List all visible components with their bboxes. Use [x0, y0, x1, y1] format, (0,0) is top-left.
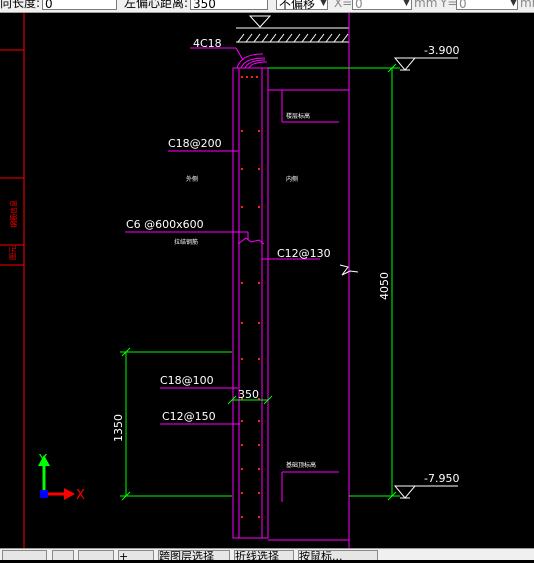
chevron-down-icon[interactable]: ▼: [320, 0, 327, 9]
axis-y-label: Y: [38, 453, 47, 468]
note-foundation-top: 基础顶标高: [286, 461, 316, 469]
selection-toolbar: + 跨图层选择 折线选择 按鼠标...: [0, 548, 534, 560]
panel-tab2-label[interactable]: 图元: [9, 246, 17, 260]
label-tie-rebar: C6 @600x600: [126, 218, 204, 231]
left-property-panel[interactable]: 钢筋信息 图元: [0, 12, 25, 548]
chevron-down-icon[interactable]: ▼: [403, 0, 410, 9]
x-label: X=: [334, 0, 353, 10]
cad-drawing-canvas[interactable]: 钢筋信息 图元 4C18 -3.900 C18@200 C6 @600x600 …: [0, 0, 534, 559]
unit-mm2-label: mm: [520, 0, 534, 10]
axis-x-label: X: [76, 488, 85, 503]
dimension-width-text: 350: [238, 388, 259, 401]
label-vertical-rebar: C18@200: [168, 137, 222, 150]
offset-input[interactable]: 350: [190, 0, 268, 11]
note-outer-side: 外侧: [186, 175, 198, 183]
dimension-lower-text: 1350: [112, 414, 125, 442]
label-top-rebar: 4C18: [193, 37, 222, 50]
note-tie-bars: 拉结钢筋: [174, 238, 198, 246]
ucs-axis-icon: Y X: [38, 453, 85, 503]
label-lower-vertical-rebar: C18@100: [160, 374, 214, 387]
y-input[interactable]: 0: [456, 0, 518, 11]
length-input[interactable]: 0: [42, 0, 117, 11]
note-inner-side: 内侧: [286, 175, 298, 183]
elevation-top-text: -3.900: [424, 44, 459, 57]
elevation-bottom-text: -7.950: [424, 472, 459, 485]
y-label: Y=: [440, 0, 458, 10]
elevation-markers: [393, 57, 458, 499]
property-toolbar: 向长度: 0 左偏心距离: 350 不偏移 ▼ X= 0 ▼ mm Y= 0 ▼…: [0, 0, 534, 13]
ground-hatch: [236, 15, 349, 43]
unit-mm-label: mm: [414, 0, 438, 10]
offset-label: 左偏心距离:: [124, 0, 189, 10]
label-horizontal-rebar: C12@130: [277, 247, 331, 260]
length-label: 向长度:: [0, 0, 41, 10]
cad-drawing[interactable]: 钢筋信息 图元 4C18 -3.900 C18@200 C6 @600x600 …: [0, 0, 534, 559]
dimension-height-text: 4050: [378, 272, 391, 300]
chevron-down-icon[interactable]: ▼: [510, 0, 517, 9]
note-floor-elevation: 楼层标高: [286, 112, 310, 120]
panel-tab-label[interactable]: 钢筋信息: [9, 200, 18, 228]
label-lower-horizontal-rebar: C12@150: [162, 410, 216, 423]
